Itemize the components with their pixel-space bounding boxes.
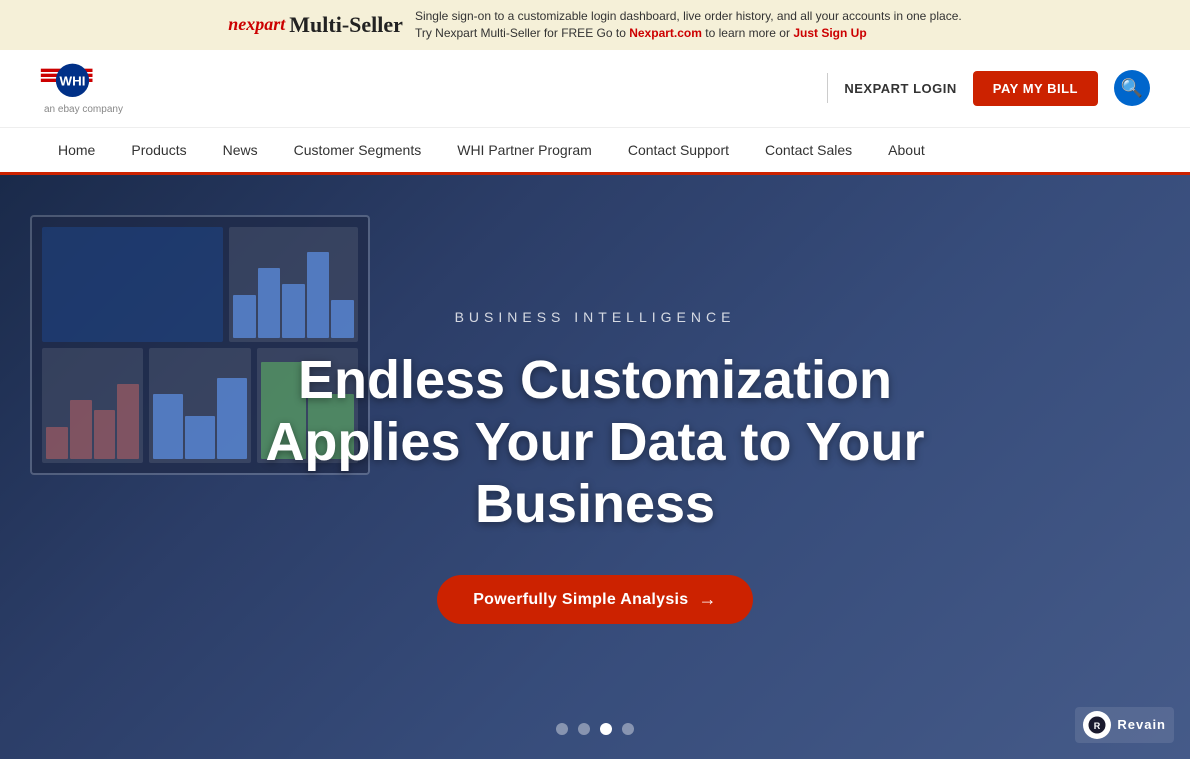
nav-item-contact-support[interactable]: Contact Support — [610, 128, 747, 172]
hero-cta-button[interactable]: Powerfully Simple Analysis → — [437, 575, 753, 624]
hero-title: Endless Customization Applies Your Data … — [205, 349, 985, 535]
nav-item-whi-partner-program[interactable]: WHI Partner Program — [439, 128, 610, 172]
nav-item-home[interactable]: Home — [40, 128, 113, 172]
search-icon: 🔍 — [1121, 78, 1143, 99]
logo-area: WHI an ebay company — [40, 62, 123, 115]
signup-link[interactable]: Just Sign Up — [793, 26, 866, 40]
hero-cta-arrow-icon: → — [698, 589, 716, 610]
revain-logo-icon: R — [1087, 715, 1107, 735]
whi-logo-icon: WHI — [40, 62, 100, 102]
banner-logo: nexpart Multi-Seller — [228, 12, 403, 38]
svg-text:WHI: WHI — [60, 73, 86, 88]
header-divider — [827, 73, 828, 103]
header-right: NEXPART LOGIN PAY MY BILL 🔍 — [827, 70, 1150, 106]
banner-line2-pre: Try Nexpart Multi-Seller for FREE Go to — [415, 26, 626, 40]
nav-item-contact-sales[interactable]: Contact Sales — [747, 128, 870, 172]
search-button[interactable]: 🔍 — [1114, 70, 1150, 106]
logo-main: WHI — [40, 62, 100, 102]
nav-bar: Home Products News Customer Segments WHI… — [0, 128, 1190, 175]
nav-item-customer-segments[interactable]: Customer Segments — [276, 128, 440, 172]
nexpart-logo-text: nexpart — [228, 14, 285, 35]
banner-description: Single sign-on to a customizable login d… — [415, 8, 962, 42]
hero-content: BUSINESS INTELLIGENCE Endless Customizat… — [0, 175, 1190, 759]
header: WHI an ebay company NEXPART LOGIN PAY MY… — [0, 50, 1190, 128]
nexpart-login-button[interactable]: NEXPART LOGIN — [844, 81, 956, 96]
revain-label: Revain — [1117, 717, 1166, 732]
nav-item-about[interactable]: About — [870, 128, 943, 172]
revain-badge: R Revain — [1075, 707, 1174, 743]
hero-dot-4[interactable] — [622, 723, 634, 735]
pay-bill-button[interactable]: PAY MY BILL — [973, 71, 1098, 106]
banner-line1: Single sign-on to a customizable login d… — [415, 9, 962, 23]
revain-icon: R — [1083, 711, 1111, 739]
ebay-sub-text: an ebay company — [44, 104, 123, 115]
nav-item-products[interactable]: Products — [113, 128, 204, 172]
multiseller-logo-text: Multi-Seller — [289, 12, 403, 38]
nexpart-link[interactable]: Nexpart.com — [629, 26, 702, 40]
hero-cta-label: Powerfully Simple Analysis — [473, 591, 688, 609]
hero-dots — [556, 723, 634, 735]
top-banner: nexpart Multi-Seller Single sign-on to a… — [0, 0, 1190, 50]
hero-section: BUSINESS INTELLIGENCE Endless Customizat… — [0, 175, 1190, 759]
hero-dot-1[interactable] — [556, 723, 568, 735]
banner-line2-post: to learn more or — [705, 26, 790, 40]
hero-subtitle: BUSINESS INTELLIGENCE — [455, 309, 736, 325]
hero-dot-2[interactable] — [578, 723, 590, 735]
svg-text:R: R — [1094, 721, 1101, 731]
nav-item-news[interactable]: News — [205, 128, 276, 172]
hero-dot-3[interactable] — [600, 723, 612, 735]
